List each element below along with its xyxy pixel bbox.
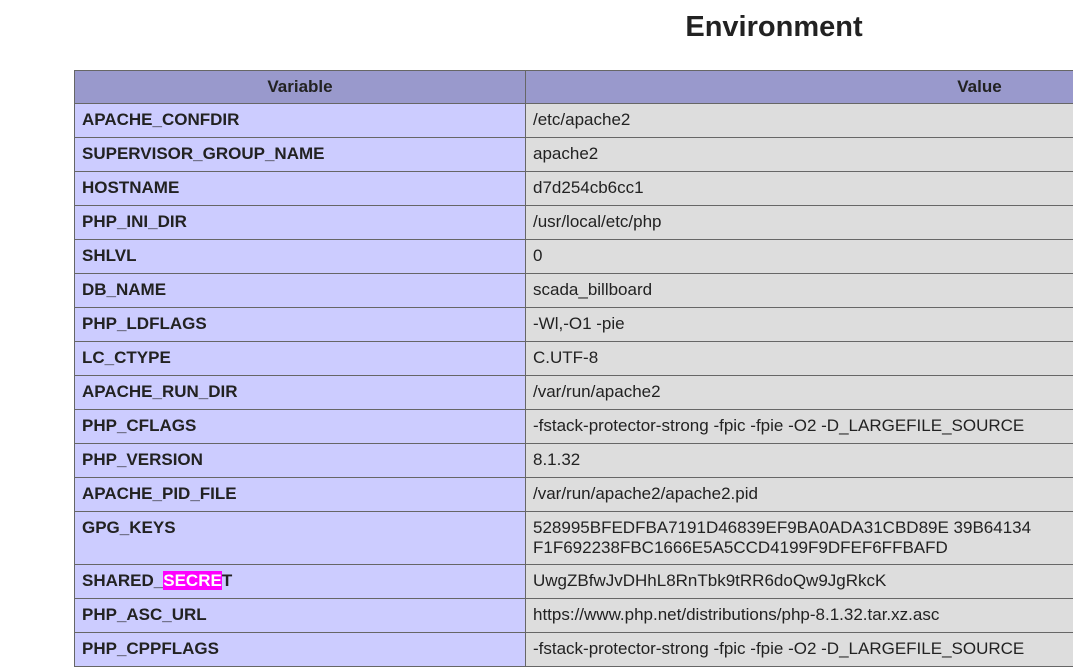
name-prefix: SHARED_ bbox=[82, 571, 164, 590]
value-line: F1F692238FBC1666E5A5CCD4199F9DFEF6FFBAFD bbox=[533, 538, 948, 557]
variable-value: apache2 bbox=[525, 137, 1073, 172]
variable-name: PHP_CPPFLAGS bbox=[74, 632, 526, 667]
search-highlight: SECRE bbox=[163, 571, 222, 590]
table-row: PHP_CFLAGS -fstack-protector-strong -fpi… bbox=[74, 409, 1073, 444]
table-row: PHP_CPPFLAGS -fstack-protector-strong -f… bbox=[74, 632, 1073, 667]
variable-value: -Wl,-O1 -pie bbox=[525, 307, 1073, 342]
variable-name: SHLVL bbox=[74, 239, 526, 274]
name-suffix: T bbox=[221, 571, 233, 590]
table-row: APACHE_RUN_DIR /var/run/apache2 bbox=[74, 375, 1073, 410]
variable-value: /var/run/apache2/apache2.pid bbox=[525, 477, 1073, 512]
value-line: 528995BFEDFBA7191D46839EF9BA0ADA31CBD89E… bbox=[533, 518, 1032, 537]
table-row: APACHE_PID_FILE /var/run/apache2/apache2… bbox=[74, 477, 1073, 512]
table-row: LC_CTYPE C.UTF-8 bbox=[74, 341, 1073, 376]
variable-name: SUPERVISOR_GROUP_NAME bbox=[74, 137, 526, 172]
table-header-row: Variable Value bbox=[74, 70, 1073, 104]
table-row: GPG_KEYS 528995BFEDFBA7191D46839EF9BA0AD… bbox=[74, 511, 1073, 565]
header-value: Value bbox=[525, 70, 1073, 104]
table-row: DB_NAME scada_billboard bbox=[74, 273, 1073, 308]
environment-table: Variable Value APACHE_CONFDIR /etc/apach… bbox=[74, 70, 1073, 667]
variable-value: https://www.php.net/distributions/php-8.… bbox=[525, 598, 1073, 633]
variable-value: /usr/local/etc/php bbox=[525, 205, 1073, 240]
table-row: HOSTNAME d7d254cb6cc1 bbox=[74, 171, 1073, 206]
variable-name: PHP_INI_DIR bbox=[74, 205, 526, 240]
table-row: SUPERVISOR_GROUP_NAME apache2 bbox=[74, 137, 1073, 172]
variable-value: scada_billboard bbox=[525, 273, 1073, 308]
table-row: PHP_INI_DIR /usr/local/etc/php bbox=[74, 205, 1073, 240]
variable-name: PHP_CFLAGS bbox=[74, 409, 526, 444]
variable-value: -fstack-protector-strong -fpic -fpie -O2… bbox=[525, 409, 1073, 444]
variable-value: C.UTF-8 bbox=[525, 341, 1073, 376]
variable-value: d7d254cb6cc1 bbox=[525, 171, 1073, 206]
variable-name: APACHE_CONFDIR bbox=[74, 103, 526, 138]
variable-name: HOSTNAME bbox=[74, 171, 526, 206]
variable-value: 0 bbox=[525, 239, 1073, 274]
table-row: SHLVL 0 bbox=[74, 239, 1073, 274]
table-row: SHARED_SECRET UwgZBfwJvDHhL8RnTbk9tRR6do… bbox=[74, 564, 1073, 599]
variable-value: -fstack-protector-strong -fpic -fpie -O2… bbox=[525, 632, 1073, 667]
variable-value: /var/run/apache2 bbox=[525, 375, 1073, 410]
variable-value: 528995BFEDFBA7191D46839EF9BA0ADA31CBD89E… bbox=[525, 511, 1073, 565]
section-heading: Environment bbox=[685, 11, 863, 43]
variable-name: DB_NAME bbox=[74, 273, 526, 308]
variable-name: APACHE_PID_FILE bbox=[74, 477, 526, 512]
variable-name: PHP_LDFLAGS bbox=[74, 307, 526, 342]
table-row: APACHE_CONFDIR /etc/apache2 bbox=[74, 103, 1073, 138]
variable-name: SHARED_SECRET bbox=[74, 564, 526, 599]
variable-name: APACHE_RUN_DIR bbox=[74, 375, 526, 410]
table-row: PHP_VERSION 8.1.32 bbox=[74, 443, 1073, 478]
variable-name: PHP_ASC_URL bbox=[74, 598, 526, 633]
variable-value: /etc/apache2 bbox=[525, 103, 1073, 138]
variable-name: GPG_KEYS bbox=[74, 511, 526, 565]
variable-name: PHP_VERSION bbox=[74, 443, 526, 478]
header-variable: Variable bbox=[74, 70, 526, 104]
table-row: PHP_ASC_URL https://www.php.net/distribu… bbox=[74, 598, 1073, 633]
variable-value: 8.1.32 bbox=[525, 443, 1073, 478]
variable-value: UwgZBfwJvDHhL8RnTbk9tRR6doQw9JgRkcK bbox=[525, 564, 1073, 599]
table-row: PHP_LDFLAGS -Wl,-O1 -pie bbox=[74, 307, 1073, 342]
phpinfo-page: Environment Variable Value APACHE_CONFDI… bbox=[0, 0, 1073, 670]
variable-name: LC_CTYPE bbox=[74, 341, 526, 376]
